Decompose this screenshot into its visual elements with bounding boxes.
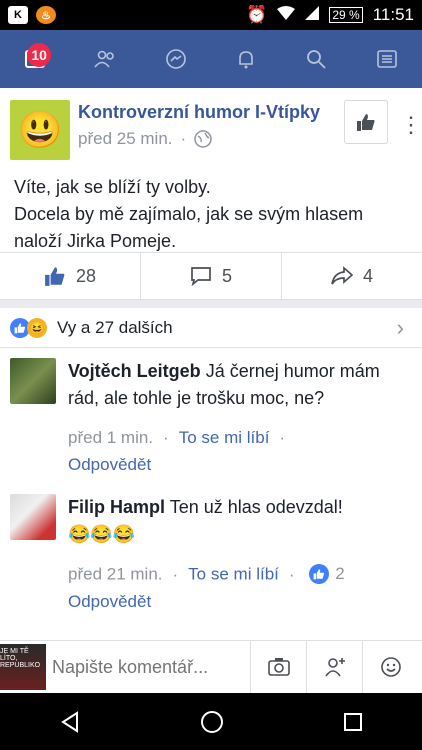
comment-like-link[interactable]: To se mi líbí [179,428,270,447]
page-name-link[interactable]: Kontroverzní humor I-Vtípky [78,102,320,123]
comment-count: 5 [221,265,232,286]
home-icon[interactable] [200,710,224,734]
comment-emojis: 😂😂😂 [68,524,136,544]
comment-button[interactable]: 5 [141,253,282,299]
post-header: 😃 Kontroverzní humor I-Vtípky před 25 mi… [0,88,422,160]
bell-icon [239,51,253,69]
messenger-tab[interactable] [156,39,196,79]
like-count: 28 [75,265,97,286]
notification-app-icon: ♨ [36,6,56,24]
news-feed-tab[interactable]: 10 [15,39,55,79]
globe-icon [194,130,212,148]
commenter-avatar[interactable] [10,358,56,404]
comment: Filip Hampl Ten už hlas odevzdal! 😂😂😂 př… [0,494,422,615]
battery-indicator: 29 % [329,7,363,23]
like-page-button[interactable] [344,100,388,144]
tag-friend-button[interactable] [306,640,362,694]
back-icon[interactable] [59,710,81,733]
friend-requests-tab[interactable] [85,39,125,79]
post-action-bar: 28 5 4 [0,252,422,300]
comment-composer: JE MI TĚ LÍTO, REPUBLIKO [0,640,422,694]
status-bar: K ♨ ⏰ 29 % 11:51 [0,0,422,30]
alarm-icon: ⏰ [246,5,268,24]
signal-icon [305,5,320,25]
smiley-icon [380,657,401,677]
reactions-summary[interactable]: 😆 Vy a 27 dalších › [0,308,422,348]
menu-icon [376,50,397,68]
composer-user-thumbnail: JE MI TĚ LÍTO, REPUBLIKO [0,644,46,690]
comment-reply-link[interactable]: Odpovědět [68,592,151,611]
post-options-icon[interactable]: ⋮ [400,112,422,138]
share-icon [331,266,353,285]
haha-reaction-icon: 😆 [27,317,47,338]
search-icon [307,50,327,69]
share-count: 4 [362,265,373,286]
notification-badge: 10 [27,43,52,67]
share-button[interactable]: 4 [282,253,422,299]
comment-author[interactable]: Vojtěch Leitgeb [68,361,201,381]
notifications-tab[interactable] [226,39,266,79]
camera-icon [267,658,290,676]
comment-reply-link[interactable]: Odpovědět [68,455,151,474]
clock: 11:51 [372,5,414,24]
friends-icon [94,50,115,68]
sticker-button[interactable] [362,640,418,694]
separator-dot: · [180,129,187,148]
thumbs-up-icon [45,267,65,286]
notification-app-icon: K [8,6,28,24]
comment-input[interactable] [52,656,250,678]
wifi-icon [277,5,296,25]
post-timestamp[interactable]: před 25 min. [78,129,173,149]
messenger-icon [166,49,186,69]
comment-timestamp: před 21 min. [68,564,163,584]
chevron-right-icon: › [396,314,404,340]
comment-like-link[interactable]: To se mi líbí [188,565,279,584]
thumbs-up-icon [357,114,375,131]
commenter-avatar[interactable] [10,494,56,540]
page-avatar[interactable]: 😃 [10,100,70,160]
menu-tab[interactable] [367,39,407,79]
recents-icon[interactable] [343,712,363,732]
post-text: Víte, jak se blíží ty volby. Docela by m… [14,177,364,251]
system-navigation-bar [0,693,422,750]
comment-icon [191,267,211,286]
camera-button[interactable] [250,640,306,694]
section-divider [0,300,422,308]
comment: Vojtěch Leitgeb Já černej humor mám rád,… [0,358,422,478]
search-tab[interactable] [296,39,336,79]
like-button[interactable]: 28 [0,253,141,299]
comment-timestamp: před 1 min. [68,428,154,447]
add-person-icon [324,658,345,677]
comment-author[interactable]: Filip Hampl [68,497,165,517]
like-reaction-icon [309,563,330,584]
post: 😃 Kontroverzní humor I-Vtípky před 25 mi… [0,88,422,252]
reactions-text: Vy a 27 dalších [57,317,173,337]
top-navigation: 10 [0,30,422,88]
comment-like-count: 2 [335,564,345,583]
comment-text: Ten už hlas odevzdal! [165,497,343,517]
